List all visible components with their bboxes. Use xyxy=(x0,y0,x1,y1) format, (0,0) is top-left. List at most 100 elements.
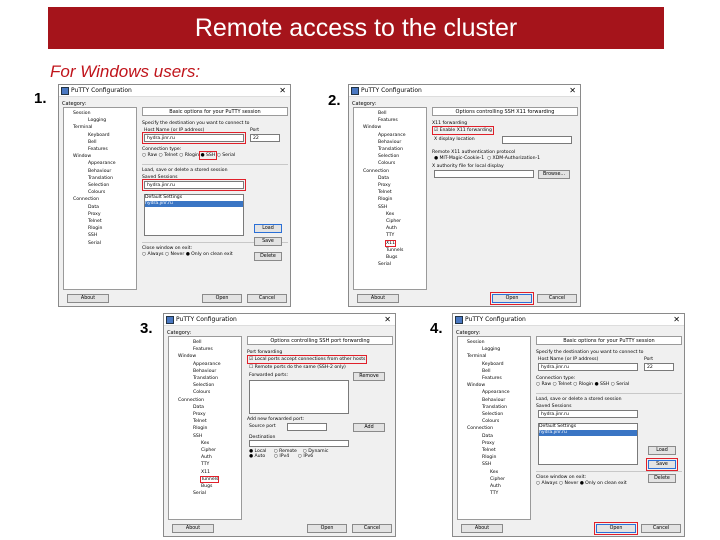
about-button[interactable]: About xyxy=(461,524,503,533)
load-button[interactable]: Load xyxy=(254,224,282,233)
tree-item-ssh[interactable]: SSH xyxy=(169,433,241,440)
ip-ipv6[interactable]: IPv6 xyxy=(298,454,313,459)
about-button[interactable]: About xyxy=(67,294,109,303)
session-hydra[interactable]: hydra.jinr.ru xyxy=(145,201,243,207)
tree-item-data[interactable]: Data xyxy=(354,175,426,182)
close-icon[interactable]: ✕ xyxy=(384,314,391,326)
tree-item-cipher[interactable]: Cipher xyxy=(458,476,530,483)
tree-item-appearance[interactable]: Appearance xyxy=(458,389,530,396)
tree-item-rlogin[interactable]: Rlogin xyxy=(354,196,426,203)
close-never[interactable]: Never xyxy=(165,252,184,257)
tree-item-keyboard[interactable]: Keyboard xyxy=(458,361,530,368)
tree-item-window[interactable]: Window xyxy=(354,124,426,131)
cancel-button[interactable]: Cancel xyxy=(537,294,577,303)
load-button[interactable]: Load xyxy=(648,446,676,455)
tree-item-serial[interactable]: Serial xyxy=(64,240,136,247)
open-button[interactable]: Open xyxy=(307,524,347,533)
tree-item-translation[interactable]: Translation xyxy=(458,404,530,411)
cancel-button[interactable]: Cancel xyxy=(352,524,392,533)
tree-item-telnet[interactable]: Telnet xyxy=(458,447,530,454)
tree-item-telnet[interactable]: Telnet xyxy=(169,418,241,425)
close-always[interactable]: Always xyxy=(142,252,164,257)
x-display-input[interactable] xyxy=(502,136,572,144)
tree-item-data[interactable]: Data xyxy=(458,433,530,440)
tree-item-connection[interactable]: Connection xyxy=(64,196,136,203)
tree-item-features[interactable]: Features xyxy=(354,117,426,124)
conn-type-telnet[interactable]: Telnet xyxy=(159,153,178,158)
tree-item-selection[interactable]: Selection xyxy=(354,153,426,160)
tree-item-selection[interactable]: Selection xyxy=(64,182,136,189)
tree-item-bell[interactable]: Bell xyxy=(354,110,426,117)
enable-x11-checkbox[interactable]: Enable X11 forwarding xyxy=(432,126,494,135)
browse-button[interactable]: Browse... xyxy=(538,170,570,179)
tree-item-tty[interactable]: TTY xyxy=(169,461,241,468)
port-input[interactable]: 22 xyxy=(644,363,674,371)
xauth-input[interactable] xyxy=(434,170,534,178)
tree-item-appearance[interactable]: Appearance xyxy=(169,361,241,368)
save-button[interactable]: Save xyxy=(254,237,282,246)
category-tree[interactable]: Session Logging Terminal Keyboard Bell F… xyxy=(457,336,531,520)
delete-button[interactable]: Delete xyxy=(648,474,676,483)
tree-item-window[interactable]: Window xyxy=(169,353,241,360)
tree-item-window[interactable]: Window xyxy=(458,382,530,389)
tree-item-appearance[interactable]: Appearance xyxy=(354,132,426,139)
category-tree[interactable]: Session Logging Terminal Keyboard Bell F… xyxy=(63,107,137,290)
open-button[interactable]: Open xyxy=(490,292,534,305)
category-tree[interactable]: Bell Features Window Appearance Behaviou… xyxy=(168,336,242,520)
open-button[interactable]: Open xyxy=(594,522,638,535)
save-button[interactable]: Save xyxy=(646,458,678,471)
tree-item-colours[interactable]: Colours xyxy=(458,418,530,425)
tree-item-bell[interactable]: Bell xyxy=(64,139,136,146)
tree-item-proxy[interactable]: Proxy xyxy=(354,182,426,189)
tree-item-data[interactable]: Data xyxy=(169,404,241,411)
tree-item-auth[interactable]: Auth xyxy=(354,225,426,232)
tree-item-tty[interactable]: TTY xyxy=(458,490,530,497)
conn-type-serial[interactable]: Serial xyxy=(611,382,629,387)
tree-item-features[interactable]: Features xyxy=(458,375,530,382)
sessions-list[interactable]: Default Settings hydra.jinr.ru xyxy=(144,194,244,236)
tree-item-proxy[interactable]: Proxy xyxy=(169,411,241,418)
tree-item-serial[interactable]: Serial xyxy=(169,490,241,497)
tree-item-cipher[interactable]: Cipher xyxy=(354,218,426,225)
conn-type-ssh[interactable]: SSH xyxy=(595,382,610,387)
tree-item-selection[interactable]: Selection xyxy=(169,382,241,389)
about-button[interactable]: About xyxy=(172,524,214,533)
tree-item-proxy[interactable]: Proxy xyxy=(458,440,530,447)
tree-item-telnet[interactable]: Telnet xyxy=(64,218,136,225)
tree-item-session[interactable]: Session xyxy=(458,339,530,346)
tree-item-telnet[interactable]: Telnet xyxy=(354,189,426,196)
tree-item-behaviour[interactable]: Behaviour xyxy=(354,139,426,146)
local-ports-checkbox[interactable]: Local ports accept connections from othe… xyxy=(246,355,368,364)
tree-item-connection[interactable]: Connection xyxy=(458,425,530,432)
saved-session-input[interactable]: hydra.jinr.ru xyxy=(538,410,638,418)
tree-item-behaviour[interactable]: Behaviour xyxy=(458,397,530,404)
close-icon[interactable]: ✕ xyxy=(569,85,576,97)
conn-type-rlogin[interactable]: Rlogin xyxy=(573,382,593,387)
tree-item-selection[interactable]: Selection xyxy=(458,411,530,418)
ip-ipv4[interactable]: IPv4 xyxy=(274,454,289,459)
host-name-input[interactable]: hydra.jinr.ru xyxy=(538,363,638,371)
tree-item-logging[interactable]: Logging xyxy=(64,117,136,124)
destination-input[interactable] xyxy=(249,440,349,447)
conn-type-rlogin[interactable]: Rlogin xyxy=(179,153,199,158)
forwarded-ports-list[interactable] xyxy=(249,380,349,414)
conn-type-raw[interactable]: Raw xyxy=(142,153,157,158)
close-clean-exit[interactable]: Only on clean exit xyxy=(580,481,627,486)
sessions-list[interactable]: Default Settings hydra.jinr.ru xyxy=(538,423,638,465)
tree-item-translation[interactable]: Translation xyxy=(64,175,136,182)
tree-item-kex[interactable]: Kex xyxy=(354,211,426,218)
tree-item-colours[interactable]: Colours xyxy=(64,189,136,196)
tree-item-translation[interactable]: Translation xyxy=(169,375,241,382)
tree-item-appearance[interactable]: Appearance xyxy=(64,160,136,167)
ip-auto[interactable]: Auto xyxy=(249,454,265,459)
conn-type-raw[interactable]: Raw xyxy=(536,382,551,387)
close-clean-exit[interactable]: Only on clean exit xyxy=(186,252,233,257)
conn-type-ssh[interactable]: SSH xyxy=(198,151,218,160)
remote-ports-checkbox[interactable]: Remote ports do the same (SSH-2 only) xyxy=(249,365,346,370)
source-port-input[interactable] xyxy=(287,423,327,431)
tree-item-connection[interactable]: Connection xyxy=(169,397,241,404)
close-never[interactable]: Never xyxy=(559,481,578,486)
about-button[interactable]: About xyxy=(357,294,399,303)
tree-item-features[interactable]: Features xyxy=(64,146,136,153)
tree-item-connection[interactable]: Connection xyxy=(354,168,426,175)
